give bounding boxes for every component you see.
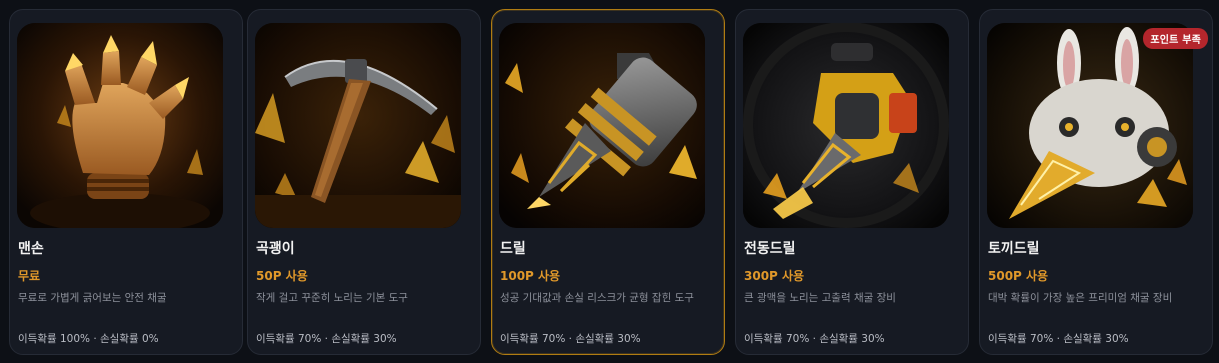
insufficient-points-badge: 포인트 부족	[1143, 28, 1208, 49]
tool-card-pickaxe[interactable]: 곡괭이 50P 사용 작게 걸고 꾸준히 노리는 기본 도구 이득확률 70% …	[247, 9, 481, 355]
tool-description: 무료로 가볍게 긁어보는 안전 채굴	[18, 292, 167, 304]
tool-probabilities: 이득확률 70% · 손실확률 30%	[500, 333, 641, 345]
tool-probabilities: 이득확률 70% · 손실확률 30%	[988, 333, 1129, 345]
tool-probabilities: 이득확률 100% · 손실확률 0%	[18, 333, 159, 345]
power-drill-image	[743, 23, 949, 228]
tool-description: 큰 광맥을 노리는 고출력 채굴 장비	[744, 292, 896, 304]
tool-card-drill[interactable]: 드릴 100P 사용 성공 기대값과 손실 리스크가 균형 잡힌 도구 이득확률…	[491, 9, 725, 355]
tool-price: 100P 사용	[500, 269, 561, 283]
tool-description: 작게 걸고 꾸준히 노리는 기본 도구	[256, 292, 408, 304]
tool-probabilities: 이득확률 70% · 손실확률 30%	[256, 333, 397, 345]
tool-description: 성공 기대값과 손실 리스크가 균형 잡힌 도구	[500, 292, 694, 304]
tool-price: 500P 사용	[988, 269, 1049, 283]
tool-price: 300P 사용	[744, 269, 805, 283]
tool-selection-row: 맨손 무료 무료로 가볍게 긁어보는 안전 채굴 이득확률 100% · 손실확…	[0, 0, 1219, 363]
drill-image	[499, 23, 705, 228]
tool-name: 전동드릴	[744, 241, 796, 257]
tool-name: 토끼드릴	[988, 241, 1040, 257]
tool-card-bare-hand[interactable]: 맨손 무료 무료로 가볍게 긁어보는 안전 채굴 이득확률 100% · 손실확…	[9, 9, 243, 355]
tool-name: 드릴	[500, 241, 526, 257]
tool-card-power-drill[interactable]: 전동드릴 300P 사용 큰 광맥을 노리는 고출력 채굴 장비 이득확률 70…	[735, 9, 969, 355]
tool-card-rabbit-drill[interactable]: 포인트 부족 토끼드릴 500P 사용 대박 확률이 가장 높은 프리미엄 채굴…	[979, 9, 1213, 355]
tool-probabilities: 이득확률 70% · 손실확률 30%	[744, 333, 885, 345]
bare-hand-image	[17, 23, 223, 228]
rabbit-drill-image	[987, 23, 1193, 228]
tool-price: 50P 사용	[256, 269, 308, 283]
tool-name: 맨손	[18, 241, 44, 257]
pickaxe-image	[255, 23, 461, 228]
tool-name: 곡괭이	[256, 241, 295, 257]
tool-description: 대박 확률이 가장 높은 프리미엄 채굴 장비	[988, 292, 1173, 304]
tool-price: 무료	[18, 269, 41, 283]
